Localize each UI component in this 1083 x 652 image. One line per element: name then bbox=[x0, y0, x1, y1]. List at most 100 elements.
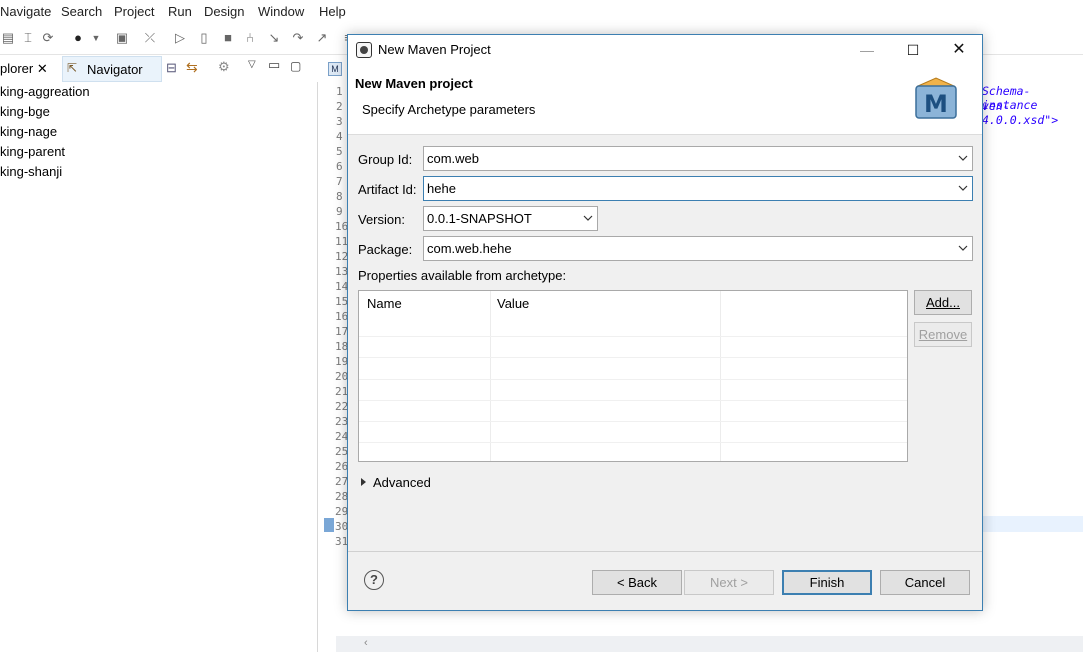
project-item[interactable]: king-shanji bbox=[0, 164, 62, 179]
project-item[interactable]: king-nage bbox=[0, 124, 57, 139]
row-divider bbox=[359, 400, 907, 401]
menu-navigate[interactable]: Navigate bbox=[0, 4, 51, 19]
tab-navigator-label: Navigator bbox=[87, 62, 143, 77]
group-id-label: Group Id: bbox=[358, 152, 413, 167]
maven-logo-letter: M bbox=[924, 90, 948, 118]
group-id-combo[interactable]: com.web bbox=[423, 146, 973, 171]
maximize-window-icon[interactable]: ☐ bbox=[890, 35, 936, 65]
table-header-name[interactable]: Name bbox=[367, 296, 402, 311]
link-editor-icon[interactable]: ⇆ bbox=[186, 59, 198, 76]
new-maven-project-dialog: New Maven Project — ☐ ✕ New Maven projec… bbox=[347, 34, 983, 611]
project-item[interactable]: king-aggreation bbox=[0, 84, 90, 99]
navigator-icon: ⇱ bbox=[67, 61, 78, 75]
menu-design[interactable]: Design bbox=[204, 4, 244, 19]
line-number: 5 bbox=[336, 145, 343, 158]
row-divider bbox=[359, 379, 907, 380]
console-icon[interactable]: ▣ bbox=[114, 29, 130, 47]
properties-label: Properties available from archetype: bbox=[358, 268, 567, 283]
minimize-window-icon[interactable]: — bbox=[844, 35, 890, 65]
collapse-all-icon[interactable]: ⊟ bbox=[166, 60, 177, 76]
resume-icon[interactable]: ▷ bbox=[172, 29, 188, 47]
step-over-icon[interactable]: ↷ bbox=[290, 29, 306, 47]
menu-run[interactable]: Run bbox=[168, 4, 192, 19]
add-property-button[interactable]: Add... bbox=[914, 290, 972, 315]
view-menu-icon[interactable]: ▽ bbox=[248, 59, 256, 70]
line-number: 8 bbox=[336, 190, 343, 203]
project-explorer-panel: plorer ✕ ⇱ Navigator ⊟ ⇆ ⚙ ▽ ▭ ▢ king-ag… bbox=[0, 56, 318, 652]
finish-button[interactable]: Finish bbox=[782, 570, 872, 595]
project-item[interactable]: king-bge bbox=[0, 104, 50, 119]
wizard-page-title: New Maven project bbox=[355, 76, 473, 91]
cancel-button[interactable]: Cancel bbox=[880, 570, 970, 595]
version-value: 0.0.1-SNAPSHOT bbox=[427, 211, 532, 226]
line-marker bbox=[324, 518, 334, 532]
step-return-icon[interactable]: ↗ bbox=[314, 29, 330, 47]
disconnect-icon[interactable]: ⑃ bbox=[242, 29, 258, 47]
skip-icon[interactable]: ⤫ bbox=[142, 29, 158, 47]
terminate-icon[interactable]: ■ bbox=[220, 29, 236, 47]
row-divider bbox=[359, 357, 907, 358]
advanced-toggle[interactable]: Advanced bbox=[373, 475, 431, 490]
add-property-label: Add... bbox=[926, 295, 960, 310]
package-combo[interactable]: com.web.hehe bbox=[423, 236, 973, 261]
dialog-titlebar[interactable]: New Maven Project — ☐ ✕ bbox=[348, 35, 982, 65]
minimize-icon[interactable]: ▭ bbox=[268, 57, 280, 73]
suspend-icon[interactable]: ▯ bbox=[196, 29, 212, 47]
view-tab-row: plorer ✕ ⇱ Navigator ⊟ ⇆ ⚙ ▽ ▭ ▢ bbox=[0, 56, 318, 82]
next-button[interactable]: Next > bbox=[684, 570, 774, 595]
code-text: ven-4.0.0.xsd"> bbox=[982, 99, 1059, 127]
line-number: 4 bbox=[336, 130, 343, 143]
tab-package-explorer-label: plorer ✕ bbox=[0, 61, 48, 76]
help-icon[interactable]: ? bbox=[364, 570, 384, 590]
row-divider bbox=[359, 442, 907, 443]
row-divider bbox=[359, 336, 907, 337]
build-icon[interactable]: ⌶ bbox=[20, 29, 36, 47]
eclipse-icon bbox=[356, 42, 372, 58]
row-divider bbox=[359, 421, 907, 422]
maven-logo-icon: M bbox=[915, 77, 957, 119]
table-header-value[interactable]: Value bbox=[497, 296, 529, 311]
remove-property-button[interactable]: Remove bbox=[914, 322, 972, 347]
menu-bar: Navigate Search Project Run Design Windo… bbox=[0, 0, 1083, 23]
package-label: Package: bbox=[358, 242, 413, 257]
project-item[interactable]: king-parent bbox=[0, 144, 65, 159]
line-number: 2 bbox=[336, 100, 343, 113]
tab-navigator[interactable]: ⇱ Navigator bbox=[62, 56, 162, 82]
chevron-down-icon[interactable]: ▼ bbox=[88, 29, 104, 47]
menu-window[interactable]: Window bbox=[258, 4, 304, 19]
chevron-down-icon[interactable] bbox=[958, 152, 968, 164]
column-divider bbox=[490, 291, 491, 461]
menu-search[interactable]: Search bbox=[61, 4, 102, 19]
menu-help[interactable]: Help bbox=[319, 4, 346, 19]
step-into-icon[interactable]: ↘ bbox=[266, 29, 282, 47]
version-combo[interactable]: 0.0.1-SNAPSHOT bbox=[423, 206, 598, 231]
tab-package-explorer[interactable]: plorer ✕ bbox=[0, 56, 62, 82]
pom-file-icon[interactable]: M bbox=[328, 62, 342, 76]
refresh-icon[interactable]: ⟳ bbox=[40, 29, 56, 47]
chevron-down-icon[interactable] bbox=[583, 212, 593, 224]
filter-icon[interactable]: ⚙ bbox=[218, 59, 230, 75]
line-number: 1 bbox=[336, 85, 343, 98]
artifact-id-value: hehe bbox=[427, 181, 456, 196]
line-number: 9 bbox=[336, 205, 343, 218]
wizard-page-description: Specify Archetype parameters bbox=[362, 102, 536, 117]
chevron-down-icon[interactable] bbox=[958, 242, 968, 254]
person-icon[interactable]: ● bbox=[70, 29, 86, 47]
expand-arrow-icon[interactable] bbox=[361, 478, 366, 486]
line-number: 6 bbox=[336, 160, 343, 173]
maximize-icon[interactable]: ▢ bbox=[290, 59, 301, 73]
group-id-value: com.web bbox=[427, 151, 480, 166]
close-window-icon[interactable]: ✕ bbox=[936, 35, 982, 65]
menu-project[interactable]: Project bbox=[114, 4, 154, 19]
chevron-down-icon[interactable] bbox=[958, 182, 968, 194]
wizard-banner: New Maven project Specify Archetype para… bbox=[348, 65, 982, 135]
save-icon[interactable]: ▤ bbox=[0, 29, 16, 47]
line-number: 7 bbox=[336, 175, 343, 188]
horizontal-scrollbar[interactable]: ‹ bbox=[336, 636, 1083, 652]
line-number: 3 bbox=[336, 115, 343, 128]
artifact-id-label: Artifact Id: bbox=[358, 182, 417, 197]
scroll-left-icon[interactable]: ‹ bbox=[364, 637, 368, 649]
back-button[interactable]: < Back bbox=[592, 570, 682, 595]
artifact-id-combo[interactable]: hehe bbox=[423, 176, 973, 201]
properties-table[interactable]: Name Value bbox=[358, 290, 908, 462]
